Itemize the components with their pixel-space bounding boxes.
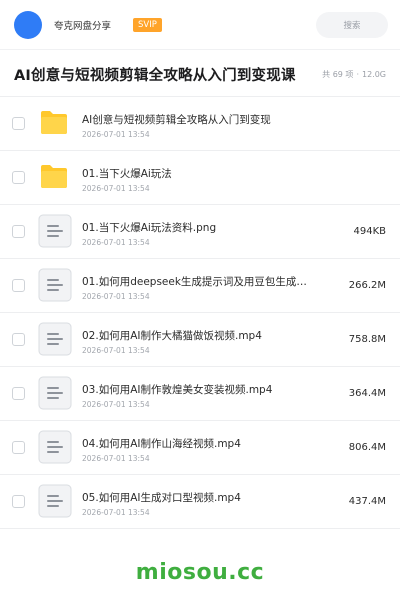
file-size: 758.8M <box>348 334 386 345</box>
share-title-bar: AI创意与短视频剪辑全攻略从入门到变现课 共 69 项 · 12.0G <box>0 51 400 97</box>
select-checkbox[interactable] <box>12 171 25 184</box>
share-meta: 共 69 项 · 12.0G <box>322 69 386 80</box>
select-checkbox[interactable] <box>12 225 25 238</box>
document-icon <box>38 430 72 464</box>
select-checkbox[interactable] <box>12 279 25 292</box>
file-name: 01.当下火爆Ai玩法资料.png <box>82 222 217 234</box>
file-name: 02.如何用AI制作大橘猫做饭视频.mp4 <box>82 330 262 342</box>
list-item[interactable]: 05.如何用AI生成对口型视频.mp4 2026-07-01 13:54 437… <box>0 475 400 529</box>
svip-badge: SVIP <box>133 17 162 32</box>
file-name: 04.如何用AI制作山海经视频.mp4 <box>82 438 241 450</box>
file-list: AI创意与短视频剪辑全攻略从入门到变现 2026-07-01 13:54 01.… <box>0 96 400 529</box>
file-date: 2026-07-01 13:54 <box>82 292 150 301</box>
select-checkbox[interactable] <box>12 333 25 346</box>
file-name: 03.如何用AI制作敦煌美女变装视频.mp4 <box>82 384 273 396</box>
list-item[interactable]: 01.如何用deepseek生成提示词及用豆包生成… 2026-07-01 13… <box>0 259 400 313</box>
folder-icon <box>41 111 67 134</box>
file-name: 05.如何用AI生成对口型视频.mp4 <box>82 492 241 504</box>
list-item[interactable]: 01.当下火爆Ai玩法资料.png 2026-07-01 13:54 494KB <box>0 205 400 259</box>
select-checkbox[interactable] <box>12 495 25 508</box>
document-icon <box>38 376 72 410</box>
document-icon <box>38 214 72 248</box>
file-size: 437.4M <box>348 496 386 507</box>
file-date: 2026-07-01 13:54 <box>82 184 150 193</box>
file-size: 266.2M <box>348 280 386 291</box>
document-icon <box>38 322 72 356</box>
file-name: AI创意与短视频剪辑全攻略从入门到变现 <box>82 114 271 126</box>
select-checkbox[interactable] <box>12 117 25 130</box>
list-item[interactable]: AI创意与短视频剪辑全攻略从入门到变现 2026-07-01 13:54 <box>0 97 400 151</box>
document-icon <box>38 484 72 518</box>
file-date: 2026-07-01 13:54 <box>82 346 150 355</box>
file-date: 2026-07-01 13:54 <box>82 508 150 517</box>
list-item[interactable]: 03.如何用AI制作敦煌美女变装视频.mp4 2026-07-01 13:54 … <box>0 367 400 421</box>
file-name: 01.如何用deepseek生成提示词及用豆包生成… <box>82 276 307 288</box>
brand-name: 夸克网盘分享 <box>54 20 112 32</box>
file-date: 2026-07-01 13:54 <box>82 454 150 463</box>
list-item[interactable]: 04.如何用AI制作山海经视频.mp4 2026-07-01 13:54 806… <box>0 421 400 475</box>
select-checkbox[interactable] <box>12 387 25 400</box>
search-input[interactable]: 搜索 <box>316 11 388 38</box>
select-checkbox[interactable] <box>12 441 25 454</box>
file-date: 2026-07-01 13:54 <box>82 130 150 139</box>
file-date: 2026-07-01 13:54 <box>82 400 150 409</box>
file-name: 01.当下火爆Ai玩法 <box>82 168 172 180</box>
top-header: 夸克网盘分享 SVIP 搜索 <box>0 0 400 50</box>
avatar[interactable] <box>14 10 42 39</box>
file-size: 806.4M <box>348 442 386 453</box>
meta-separator: · <box>356 69 359 79</box>
page-title: AI创意与短视频剪辑全攻略从入门到变现课 <box>14 67 296 84</box>
file-size: 494KB <box>353 226 386 237</box>
item-count: 共 69 项 <box>322 69 354 79</box>
folder-icon <box>41 165 67 188</box>
list-item[interactable]: 01.当下火爆Ai玩法 2026-07-01 13:54 <box>0 151 400 205</box>
document-icon <box>38 268 72 302</box>
file-size: 364.4M <box>348 388 386 399</box>
total-size: 12.0G <box>361 69 386 79</box>
file-date: 2026-07-01 13:54 <box>82 238 150 247</box>
watermark: miosou.cc <box>135 560 265 585</box>
list-item[interactable]: 02.如何用AI制作大橘猫做饭视频.mp4 2026-07-01 13:54 7… <box>0 313 400 367</box>
